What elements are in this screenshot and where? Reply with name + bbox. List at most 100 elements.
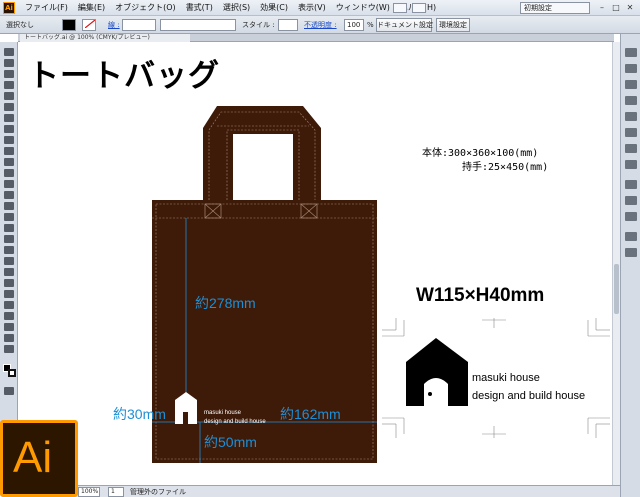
swatches-panel-icon[interactable]: [625, 80, 637, 89]
scrollbar-thumb[interactable]: [614, 264, 619, 314]
mesh-tool-icon[interactable]: [4, 246, 14, 254]
menu-effect[interactable]: 効果(C): [255, 0, 293, 16]
bag-logo-line2: design and build house: [204, 419, 266, 425]
maximize-button[interactable]: □: [609, 2, 623, 14]
paragraph-panel-icon[interactable]: [625, 160, 637, 169]
menu-object[interactable]: オブジェクト(O): [110, 0, 181, 16]
dimension-left-label: 約30mm: [113, 406, 166, 422]
status-text: 管理外のファイル: [130, 488, 186, 496]
transparency-panel-icon[interactable]: [625, 212, 637, 221]
dimension-bottom-label: 約50mm: [204, 434, 257, 450]
artwork-title: トートバッグ: [28, 58, 220, 94]
line-tool-icon[interactable]: [4, 114, 14, 122]
status-bar: 100% 1 管理外のファイル: [18, 485, 620, 497]
illustrator-logo-text: Ai: [13, 433, 53, 482]
drawing-mode-icon[interactable]: [4, 387, 14, 395]
opacity-unit: %: [367, 21, 374, 29]
menu-edit[interactable]: 編集(E): [73, 0, 110, 16]
stroke-color-swatch[interactable]: [8, 369, 16, 377]
spec-body-size: 本体:300×360×100(mm): [422, 148, 539, 159]
logo-size-label: W115×H40mm: [416, 285, 545, 306]
stroke-label[interactable]: 線 :: [108, 19, 120, 31]
variable-width-dropdown[interactable]: [160, 19, 236, 31]
bag-handle: [203, 106, 321, 200]
arrange-documents-icon[interactable]: [412, 3, 426, 13]
close-button[interactable]: ✕: [623, 2, 637, 14]
stroke-swatch[interactable]: [82, 19, 96, 31]
app-icon: Ai: [3, 2, 15, 14]
shape-builder-tool-icon[interactable]: [4, 224, 14, 232]
dimension-height-label: 約278mm: [195, 295, 256, 311]
handle-stitch-inner: [226, 129, 300, 200]
preferences-button[interactable]: 環境設定: [436, 18, 470, 32]
menu-items: ファイル(F) 編集(E) オブジェクト(O) 書式(T) 選択(S) 効果(C…: [20, 0, 441, 16]
paintbrush-tool-icon[interactable]: [4, 136, 14, 144]
type-tool-icon[interactable]: [4, 103, 14, 111]
scale-tool-icon[interactable]: [4, 191, 14, 199]
opacity-input[interactable]: 100: [344, 19, 364, 31]
logo-text-line2: design and build house: [472, 390, 586, 402]
selection-tool-icon[interactable]: [4, 48, 14, 56]
fill-swatch[interactable]: [62, 19, 76, 31]
pencil-tool-icon[interactable]: [4, 147, 14, 155]
stroke-panel-icon[interactable]: [625, 180, 637, 189]
appearance-panel-icon[interactable]: [625, 232, 637, 241]
gradient-tool-icon[interactable]: [4, 257, 14, 265]
selection-status: 選択なし: [6, 21, 34, 29]
illustrator-logo: Ai: [0, 420, 78, 497]
minimize-button[interactable]: –: [595, 2, 609, 14]
bag-logo-line1: masuki house: [204, 410, 242, 416]
stroke-weight-input[interactable]: [122, 19, 156, 31]
control-bar: 選択なし 線 : スタイル : 不透明度 : 100 % ドキュメント設定 環境…: [0, 16, 640, 34]
color-panel-icon[interactable]: [625, 48, 637, 57]
width-tool-icon[interactable]: [4, 202, 14, 210]
lasso-tool-icon[interactable]: [4, 81, 14, 89]
direct-selection-tool-icon[interactable]: [4, 59, 14, 67]
tools-panel: [0, 42, 18, 447]
menu-window[interactable]: ウィンドウ(W): [331, 0, 395, 16]
slice-tool-icon[interactable]: [4, 323, 14, 331]
logo-text-line1: masuki house: [472, 372, 540, 384]
menu-file[interactable]: ファイル(F): [20, 0, 73, 16]
rectangle-tool-icon[interactable]: [4, 125, 14, 133]
menu-type[interactable]: 書式(T): [181, 0, 218, 16]
vertical-scrollbar[interactable]: [612, 42, 620, 485]
menu-select[interactable]: 選択(S): [218, 0, 255, 16]
artboard-number[interactable]: 1: [108, 487, 124, 497]
menu-view[interactable]: 表示(V): [293, 0, 331, 16]
brushes-panel-icon[interactable]: [625, 96, 637, 105]
artboard-tool-icon[interactable]: [4, 312, 14, 320]
blob-brush-tool-icon[interactable]: [4, 158, 14, 166]
eyedropper-tool-icon[interactable]: [4, 268, 14, 276]
document-setup-button[interactable]: ドキュメント設定: [376, 18, 433, 32]
graphic-styles-panel-icon[interactable]: [625, 128, 637, 137]
opacity-label[interactable]: 不透明度 :: [304, 19, 337, 31]
bridge-icon[interactable]: [393, 3, 407, 13]
tote-bag-drawing: [152, 106, 377, 463]
graph-tool-icon[interactable]: [4, 301, 14, 309]
hand-tool-icon[interactable]: [4, 334, 14, 342]
menu-bar: Ai ファイル(F) 編集(E) オブジェクト(O) 書式(T) 選択(S) 効…: [0, 0, 640, 16]
perspective-grid-tool-icon[interactable]: [4, 235, 14, 243]
color-guide-panel-icon[interactable]: [625, 64, 637, 73]
free-transform-tool-icon[interactable]: [4, 213, 14, 221]
style-dropdown[interactable]: [278, 19, 298, 31]
eraser-tool-icon[interactable]: [4, 169, 14, 177]
layers-panel-icon[interactable]: [625, 248, 637, 257]
blend-tool-icon[interactable]: [4, 279, 14, 287]
magic-wand-tool-icon[interactable]: [4, 70, 14, 78]
none-stroke-icon: [84, 19, 96, 29]
rotate-tool-icon[interactable]: [4, 180, 14, 188]
workspace-switcher[interactable]: 初期設定: [520, 2, 590, 14]
dimension-right-label: 約162mm: [280, 406, 341, 422]
pen-tool-icon[interactable]: [4, 92, 14, 100]
zoom-tool-icon[interactable]: [4, 345, 14, 353]
document-tab[interactable]: トートバッグ.ai @ 100% (CMYK/プレビュー): [20, 34, 190, 42]
symbols-panel-icon[interactable]: [625, 112, 637, 121]
house-door: [424, 378, 448, 406]
character-panel-icon[interactable]: [625, 144, 637, 153]
style-label: スタイル :: [242, 21, 275, 29]
gradient-panel-icon[interactable]: [625, 196, 637, 205]
symbol-sprayer-tool-icon[interactable]: [4, 290, 14, 298]
zoom-dropdown[interactable]: 100%: [78, 487, 100, 497]
